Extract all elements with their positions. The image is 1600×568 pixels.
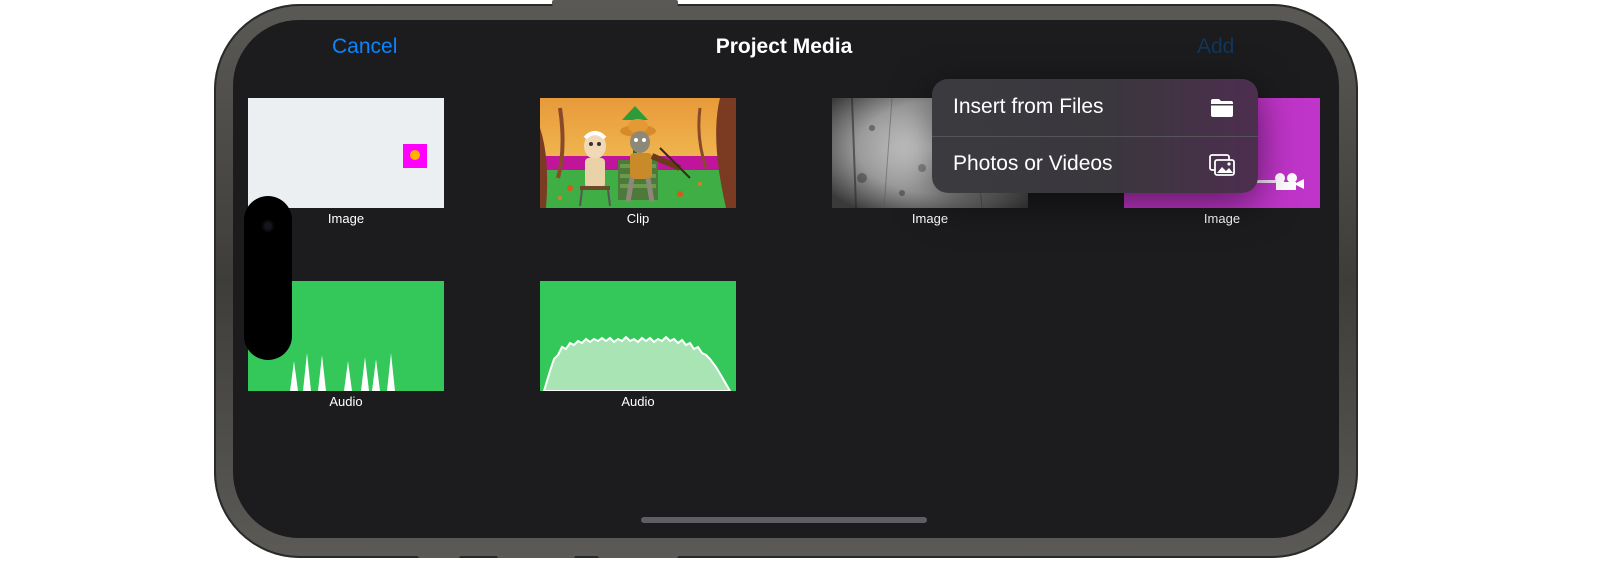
home-indicator[interactable]: [641, 517, 927, 523]
folder-icon: [1209, 96, 1235, 120]
phone-side-button-top: [552, 0, 678, 6]
add-button[interactable]: Add: [1197, 35, 1234, 59]
menu-item-photos-or-videos[interactable]: Photos or Videos: [932, 136, 1258, 193]
camera-icon: [262, 220, 274, 232]
media-item-audio-2[interactable]: Audio: [540, 281, 736, 409]
app-screen: Cancel Project Media Add Image Clip Imag…: [233, 20, 1339, 538]
photos-icon: [1209, 153, 1235, 177]
menu-item-label: Photos or Videos: [953, 152, 1113, 175]
media-caption: Image: [1203, 211, 1241, 226]
add-media-menu: Insert from Files Photos or Videos: [932, 79, 1258, 193]
phone-side-button-bottom-2: [497, 552, 575, 558]
dynamic-island: [244, 196, 292, 360]
media-caption: Clip: [626, 211, 650, 226]
phone-side-button-bottom-1: [418, 552, 460, 558]
phone-side-button-bottom-3: [598, 552, 678, 558]
menu-item-label: Insert from Files: [953, 95, 1104, 118]
menu-item-insert-from-files[interactable]: Insert from Files: [932, 79, 1258, 136]
media-item-clip[interactable]: Clip: [540, 98, 736, 226]
media-thumbnail: [248, 98, 444, 208]
audio-waveform-thumbnail: [540, 281, 736, 391]
media-caption: Audio: [621, 394, 655, 409]
page-title: Project Media: [715, 35, 853, 58]
media-caption: Audio: [329, 394, 363, 409]
media-caption: Image: [911, 211, 949, 226]
media-thumbnail: [540, 98, 736, 208]
